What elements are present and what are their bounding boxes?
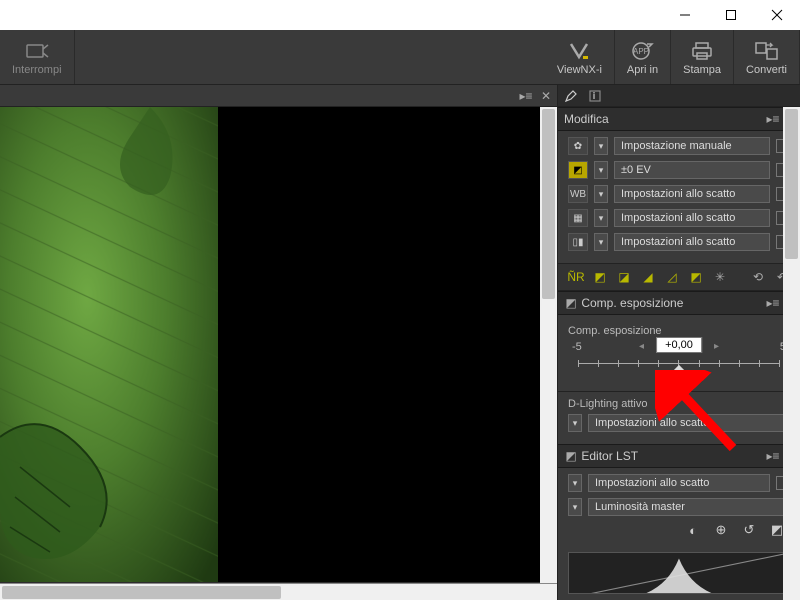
adjustment-icon-row: ÑR ◩ ◪ ◢ ◿ ◩ ✳ ⟲ ↶: [558, 263, 800, 291]
sidepanel-scrollbar[interactable]: [783, 107, 800, 600]
edit-sidepanel: Modifica ▸≡ ✕ ✿ ▾ Impostazione manuale ◩…: [557, 85, 800, 600]
row-settings: ✿ ▾ Impostazione manuale: [568, 137, 790, 155]
dlighting-label: D-Lighting attivo: [568, 398, 790, 410]
row-label[interactable]: Impostazioni allo scatto: [588, 474, 770, 492]
panel-comp-esp-body: Comp. esposizione -5 5 ◂ +0,00 ▸ D-Light…: [558, 315, 800, 444]
panel-menu-icon[interactable]: ▸≡: [766, 112, 780, 126]
crop-icon[interactable]: ◩: [590, 268, 610, 286]
open-in-icon: APP: [631, 40, 655, 62]
nr-icon[interactable]: ÑR: [566, 268, 586, 286]
sidepanel-tabs: [558, 85, 800, 107]
panel-menu-icon[interactable]: ▸≡: [766, 449, 780, 463]
viewnxi-icon: [567, 40, 591, 62]
toolbar-open-in-label: Apri in: [627, 64, 658, 76]
histogram-display: [568, 552, 790, 594]
row-label[interactable]: Luminosità master: [588, 498, 790, 516]
panel-modifica-title: Modifica: [564, 112, 609, 126]
image-canvas[interactable]: [0, 107, 557, 582]
row-label[interactable]: Impostazioni allo scatto: [614, 209, 770, 227]
toolbar-print-button[interactable]: Stampa: [671, 30, 734, 84]
convert-icon: [755, 40, 779, 62]
slider-increment-icon[interactable]: ▸: [714, 341, 719, 352]
gear-icon[interactable]: ✿: [568, 137, 588, 155]
row-lst-master: ▾ Luminosità master: [568, 498, 790, 516]
sharpen-icon[interactable]: ◩: [686, 268, 706, 286]
panel-modifica-header[interactable]: Modifica ▸≡ ✕: [558, 107, 800, 131]
contrast-icon[interactable]: ◐: [684, 522, 702, 538]
exposure-icon: ◩: [564, 296, 578, 310]
reset-r-icon[interactable]: ↺: [740, 522, 758, 538]
chevron-down-icon[interactable]: ▾: [594, 233, 608, 251]
panel-editor-lst-title: Editor LST: [581, 449, 638, 463]
tone-icon[interactable]: ▯▮: [568, 233, 588, 251]
straighten-icon[interactable]: ◪: [614, 268, 634, 286]
viewer-collapse-icon[interactable]: ✕: [539, 89, 553, 103]
panel-modifica-body: ✿ ▾ Impostazione manuale ◩ ▾ ±0 EV WB ▾ …: [558, 131, 800, 263]
panel-editor-lst-body: ▾ Impostazioni allo scatto ▾ Luminosità …: [558, 468, 800, 546]
row-wb: WB ▾ Impostazioni allo scatto: [568, 185, 790, 203]
comp-esp-label: Comp. esposizione: [568, 325, 790, 337]
slider-decrement-icon[interactable]: ◂: [639, 341, 644, 352]
viewer-vertical-scrollbar[interactable]: [540, 107, 557, 583]
row-label[interactable]: Impostazione manuale: [614, 137, 770, 155]
svg-text:APP: APP: [633, 47, 649, 56]
chevron-down-icon[interactable]: ▾: [568, 498, 582, 516]
photo-content: [0, 107, 218, 582]
retouch-icon[interactable]: ✳: [710, 268, 730, 286]
print-icon: [690, 40, 714, 62]
lst-icon: ◩: [564, 449, 578, 463]
toolbar-convert-button[interactable]: Converti: [734, 30, 800, 84]
row-picture-control: ▦ ▾ Impostazioni allo scatto: [568, 209, 790, 227]
whitebalance-icon[interactable]: WB: [568, 185, 588, 203]
chevron-down-icon[interactable]: ▾: [568, 474, 582, 492]
panel-comp-esp-header[interactable]: ◩ Comp. esposizione ▸≡ ✕: [558, 291, 800, 315]
chevron-down-icon[interactable]: ▾: [594, 185, 608, 203]
maximize-button[interactable]: [708, 0, 754, 30]
row-lst-shot: ▾ Impostazioni allo scatto: [568, 474, 790, 492]
reset-icon[interactable]: ⟲: [748, 268, 768, 286]
panel-comp-esp-title: Comp. esposizione: [581, 296, 683, 310]
interrupt-icon: [25, 40, 49, 62]
chevron-down-icon[interactable]: ▾: [594, 137, 608, 155]
picturecontrol-icon[interactable]: ▦: [568, 209, 588, 227]
exposure-slider[interactable]: -5 5 ◂ +0,00 ▸: [568, 341, 790, 381]
exposure-icon[interactable]: ◩: [568, 161, 588, 179]
main-toolbar: Interrompi ViewNX-i APP Apri in Stampa: [0, 30, 800, 85]
viewer-menu-icon[interactable]: ▸≡: [519, 89, 533, 103]
target-icon[interactable]: ⊕: [712, 522, 730, 538]
toolbar-viewnxi-label: ViewNX-i: [557, 64, 602, 76]
curves-icon[interactable]: ◿: [662, 268, 682, 286]
toolbar-convert-label: Converti: [746, 64, 787, 76]
viewer-header: ▸≡ ✕: [0, 85, 557, 107]
close-button[interactable]: [754, 0, 800, 30]
window-titlebar: [0, 0, 800, 30]
tab-edit-icon[interactable]: [564, 89, 578, 103]
panel-menu-icon[interactable]: ▸≡: [766, 296, 780, 310]
toolbar-interrupt-label: Interrompi: [12, 64, 62, 76]
minimize-button[interactable]: [662, 0, 708, 30]
chevron-down-icon[interactable]: ▾: [568, 414, 582, 432]
levels-icon[interactable]: ◢: [638, 268, 658, 286]
chevron-down-icon[interactable]: ▾: [594, 209, 608, 227]
slider-value-input[interactable]: +0,00: [656, 337, 702, 353]
chevron-down-icon[interactable]: ▾: [594, 161, 608, 179]
row-label[interactable]: Impostazioni allo scatto: [588, 414, 790, 432]
toolbar-viewnxi-button[interactable]: ViewNX-i: [545, 30, 615, 84]
row-label[interactable]: Impostazioni allo scatto: [614, 185, 770, 203]
image-viewer: ▸≡ ✕: [0, 85, 557, 600]
row-label[interactable]: ±0 EV: [614, 161, 770, 179]
panel-editor-lst-header[interactable]: ◩ Editor LST ▸≡ ✕: [558, 444, 800, 468]
toolbar-open-in-button[interactable]: APP Apri in: [615, 30, 671, 84]
toolbar-interrupt-button[interactable]: Interrompi: [0, 30, 75, 84]
row-dlighting: ▾ Impostazioni allo scatto: [568, 414, 790, 432]
slider-thumb[interactable]: [672, 365, 686, 379]
viewer-horizontal-scrollbar[interactable]: [0, 583, 557, 600]
row-label[interactable]: Impostazioni allo scatto: [614, 233, 770, 251]
row-ev: ◩ ▾ ±0 EV: [568, 161, 790, 179]
tab-info-icon[interactable]: [588, 89, 602, 103]
toolbar-print-label: Stampa: [683, 64, 721, 76]
row-tone: ▯▮ ▾ Impostazioni allo scatto: [568, 233, 790, 251]
main-area: ▸≡ ✕: [0, 85, 800, 600]
slider-min-label: -5: [572, 341, 582, 353]
